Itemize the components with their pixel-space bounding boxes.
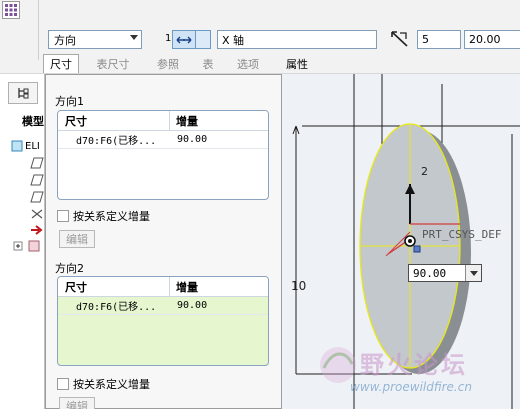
tree-item-root-label: ELI (25, 140, 40, 152)
model-tree-tab[interactable] (8, 82, 38, 104)
expand-icon[interactable] (13, 240, 41, 252)
datum-plane-icon[interactable] (30, 191, 44, 203)
dimension-label-2[interactable]: 2 (421, 165, 428, 178)
increment-value: 20.00 (469, 33, 501, 46)
toolbar-separator (38, 0, 39, 60)
dimension-cell: d70:F6(已移... (76, 136, 157, 147)
part-icon (11, 140, 23, 152)
tab-references[interactable]: 参照 (150, 54, 186, 73)
table-header: 尺寸 增量 (58, 277, 268, 297)
pattern-type-value: 方向 (54, 33, 76, 47)
insert-here-arrow-icon[interactable] (30, 224, 44, 236)
flip-direction-button[interactable] (389, 29, 411, 49)
direction1-label: 方向1 (55, 95, 84, 108)
dimension-cell: d70:F6(已移... (76, 302, 157, 313)
checkbox-label: 按关系定义增量 (73, 210, 150, 223)
direction-dropdown-button[interactable] (196, 30, 211, 49)
chevron-down-icon (130, 35, 138, 40)
csys-label: PRT_CSYS_DEF (422, 228, 502, 241)
datum-plane-icon[interactable] (30, 174, 44, 186)
model-tree-title: 模型 (22, 115, 44, 128)
dimension-value: 90.00 (413, 266, 447, 280)
direction2-dimension-table[interactable]: 尺寸 增量 d70:F6(已移... 90.00 (57, 276, 269, 366)
relation-increment-checkbox-1[interactable]: 按关系定义增量 (57, 208, 150, 224)
datum-plane-icon[interactable] (30, 157, 44, 169)
checkbox-box[interactable] (57, 210, 69, 222)
checkbox-box[interactable] (57, 378, 69, 390)
watermark-url: www.proewildfire.cn (350, 380, 472, 394)
table-header: 尺寸 增量 (58, 111, 268, 131)
edit-button-2[interactable]: 编辑 (59, 397, 95, 409)
tab-options[interactable]: 选项 (230, 54, 266, 73)
member-count-field[interactable]: 5 (417, 30, 461, 49)
table-row[interactable]: d70:F6(已移... 90.00 (58, 131, 268, 149)
diagonal-arrow-icon (391, 31, 408, 47)
grid-icon[interactable] (2, 1, 20, 19)
tab-table-dimensions[interactable]: 表尺寸 (90, 54, 136, 73)
increment-field[interactable]: 20.00 (464, 30, 520, 49)
direction-toggle-button[interactable] (172, 30, 196, 49)
dimension-label-10[interactable]: 10 (291, 279, 306, 293)
direction-reference-field[interactable]: X 轴 (217, 30, 377, 49)
column-header-increment: 增量 (176, 280, 198, 294)
watermark-title: 野火论坛 (360, 350, 468, 379)
tree-icon (18, 88, 29, 99)
direction-reference-value: X 轴 (222, 33, 245, 47)
checkbox-label: 按关系定义增量 (73, 378, 150, 391)
tree-item-root[interactable]: ELI (11, 140, 40, 152)
direction2-label: 方向2 (55, 262, 84, 275)
dimension-value-editor[interactable]: 90.00 (408, 264, 482, 282)
csys-icon[interactable] (30, 208, 44, 220)
pattern-type-dropdown[interactable]: 方向 (48, 30, 142, 49)
column-header-dimension: 尺寸 (58, 277, 170, 296)
tab-properties[interactable]: 属性 (280, 54, 314, 73)
tab-dimensions[interactable]: 尺寸 (43, 54, 79, 73)
member-count-value: 5 (422, 33, 429, 46)
column-header-increment: 增量 (176, 114, 198, 128)
column-header-dimension: 尺寸 (58, 111, 170, 130)
double-arrow-icon (176, 36, 192, 43)
direction1-dimension-table[interactable]: 尺寸 增量 d70:F6(已移... 90.00 (57, 110, 269, 200)
direction-index: 1 (165, 33, 172, 44)
relation-increment-checkbox-2[interactable]: 按关系定义增量 (57, 376, 150, 392)
table-row[interactable]: d70:F6(已移... 90.00 (58, 297, 268, 315)
edit-button-1[interactable]: 编辑 (59, 230, 95, 248)
increment-cell[interactable]: 90.00 (170, 134, 268, 145)
tab-table[interactable]: 表 (196, 54, 220, 73)
chevron-down-icon (470, 271, 478, 276)
increment-cell[interactable]: 90.00 (170, 300, 268, 311)
dimension-value-dropdown[interactable] (465, 265, 481, 281)
